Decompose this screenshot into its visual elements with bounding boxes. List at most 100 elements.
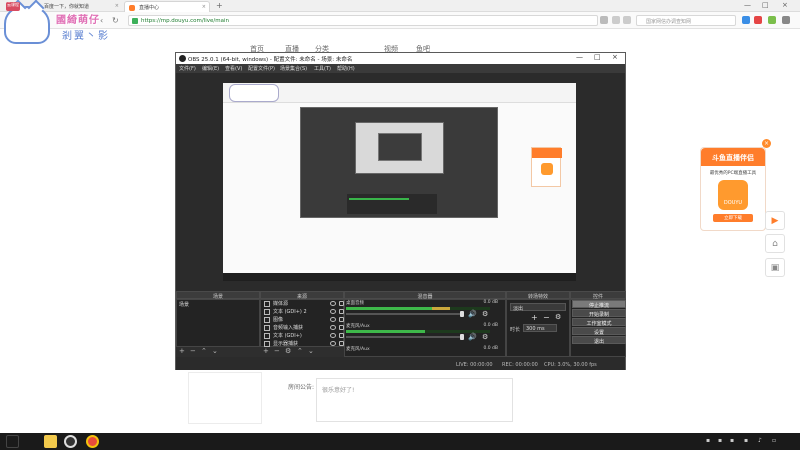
menu-file[interactable]: 文件(F) (179, 65, 196, 72)
channel-name: 桌面音频 (346, 301, 364, 306)
tray-icon[interactable]: ▪ (744, 437, 748, 444)
file-explorer-icon[interactable] (44, 435, 57, 448)
menu-tools[interactable]: 工具(T) (314, 65, 331, 72)
image-source-icon (264, 317, 270, 323)
scenes-dock-title: 场景 (176, 291, 260, 300)
start-recording-button[interactable]: 开始录制 (572, 309, 626, 318)
visibility-eye-icon[interactable] (330, 317, 336, 322)
preview-nested-obs (300, 107, 498, 218)
text-source-icon (264, 309, 270, 315)
move-down-icon[interactable]: ⌄ (308, 347, 314, 355)
preview-nested-mixer (347, 194, 437, 214)
source-item[interactable]: 文本 (GDI+) (263, 332, 345, 340)
duration-label: 时长 (510, 327, 521, 333)
minimize-button[interactable]: — (744, 1, 751, 9)
speaker-icon[interactable]: 🔊 (468, 333, 477, 341)
volume-fader[interactable] (346, 313, 464, 315)
speaker-icon[interactable]: 🔊 (468, 310, 477, 318)
obs-maximize-button[interactable]: □ (594, 53, 601, 61)
dropdown-icon[interactable] (623, 16, 631, 24)
maximize-button[interactable]: □ (762, 1, 769, 9)
gear-icon[interactable]: ⚙ (482, 333, 488, 341)
obs-minimize-button[interactable]: — (576, 53, 583, 61)
source-label: 显示器捕获 (273, 341, 299, 347)
visibility-eye-icon[interactable] (330, 341, 336, 346)
image-icon[interactable]: ▣ (765, 258, 785, 277)
menu-edit[interactable]: 编辑(E) (202, 65, 219, 72)
extension-icon[interactable] (742, 16, 750, 24)
volume-tray-icon[interactable]: ♪ (758, 437, 762, 444)
obs-window: OBS 25.0.1 (64-bit, windows) - 配置文件: 未命名… (175, 52, 626, 370)
source-label: 图像 (273, 317, 284, 323)
notice-textarea[interactable]: 很乐意好了! (316, 378, 513, 422)
obs-close-button[interactable]: × (612, 53, 618, 61)
visibility-eye-icon[interactable] (330, 333, 336, 338)
sources-dock-title: 来源 (260, 291, 344, 300)
search-input[interactable]: 国家网信办调查知网 (636, 15, 736, 26)
home-icon[interactable]: ⌂ (765, 234, 785, 253)
promo-card: 斗鱼直播伴侣 最优秀的PC端直播工具 DOUYU 立即下载 (700, 147, 766, 231)
move-up-icon[interactable]: ⌃ (201, 347, 207, 355)
duration-value: 300 ms (526, 326, 545, 332)
studio-mode-button[interactable]: 工作室模式 (572, 318, 626, 327)
remove-source-icon[interactable]: − (274, 347, 280, 355)
url-input[interactable]: https://mp.douyu.com/live/main (128, 15, 598, 26)
menu-help[interactable]: 帮助(H) (337, 65, 355, 72)
obs-preview[interactable] (223, 83, 576, 281)
duration-input[interactable]: 300 ms (523, 324, 557, 332)
fader-knob[interactable] (460, 311, 464, 317)
visibility-eye-icon[interactable] (330, 301, 336, 306)
tab-live-center[interactable]: 直播中心 × (124, 1, 210, 12)
new-tab-button[interactable]: + (216, 1, 223, 10)
transition-select[interactable]: 淡出 (510, 303, 566, 312)
play-icon[interactable]: ▶ (765, 211, 785, 230)
add-scene-icon[interactable]: + (179, 347, 185, 355)
sources-list: 媒体源 文本 (GDI+) 2 图像 音频输入捕获 文本 (GDI+) 显示器捕… (260, 299, 344, 347)
move-up-icon[interactable]: ⌃ (297, 347, 303, 355)
menu-icon[interactable] (782, 16, 790, 24)
start-icon[interactable] (6, 435, 19, 448)
mixer-channel: 麦克风/Aux 0.0 dB 🔊 ⚙ (344, 323, 500, 345)
visibility-eye-icon[interactable] (330, 309, 336, 314)
lightning-icon[interactable] (600, 16, 608, 24)
download-button[interactable]: 立即下载 (713, 214, 753, 222)
live-time: LIVE: 00:00:00 (456, 362, 493, 368)
source-item[interactable]: 图像 (263, 316, 345, 324)
move-down-icon[interactable]: ⌄ (212, 347, 218, 355)
gear-icon[interactable]: ⚙ (555, 313, 561, 321)
tray-icon[interactable]: ▪ (730, 437, 734, 444)
tab-close-icon[interactable]: × (202, 4, 206, 10)
tray-icon[interactable]: ▪ (718, 437, 722, 444)
channel-db: 0.0 dB (483, 300, 498, 305)
scene-item[interactable]: 场景 (177, 300, 259, 308)
add-transition-icon[interactable]: + (531, 313, 538, 322)
menu-view[interactable]: 查看(V) (225, 65, 242, 72)
add-source-icon[interactable]: + (263, 347, 269, 355)
notification-icon[interactable]: ▫ (772, 437, 776, 444)
stop-streaming-button[interactable]: 停止推流 (572, 300, 626, 309)
tray-icon[interactable]: ▪ (706, 437, 710, 444)
menu-scene-collection[interactable]: 场景集合(S) (280, 65, 307, 72)
source-item[interactable]: 媒体源 (263, 300, 345, 308)
obs-taskbar-icon[interactable] (64, 435, 77, 448)
fader-knob[interactable] (460, 334, 464, 340)
menu-profile[interactable]: 配置文件(P) (248, 65, 275, 72)
exit-button[interactable]: 退出 (572, 336, 626, 345)
gear-icon[interactable]: ⚙ (482, 310, 488, 318)
cat-mascot-icon (4, 6, 50, 44)
extension-icon[interactable] (768, 16, 776, 24)
visibility-eye-icon[interactable] (330, 325, 336, 330)
promo-close-icon[interactable]: × (762, 139, 771, 148)
gear-icon[interactable]: ⚙ (285, 347, 291, 355)
chrome-taskbar-icon[interactable] (86, 435, 99, 448)
star-icon[interactable] (612, 16, 620, 24)
settings-button[interactable]: 设置 (572, 327, 626, 336)
volume-fader[interactable] (346, 336, 464, 338)
remove-scene-icon[interactable]: − (190, 347, 196, 355)
close-window-button[interactable]: × (782, 1, 788, 9)
remove-transition-icon[interactable]: − (543, 313, 550, 322)
game-icon[interactable] (754, 16, 762, 24)
source-item[interactable]: 音频输入捕获 (263, 324, 345, 332)
source-item[interactable]: 文本 (GDI+) 2 (263, 308, 345, 316)
meter-green (346, 307, 433, 310)
